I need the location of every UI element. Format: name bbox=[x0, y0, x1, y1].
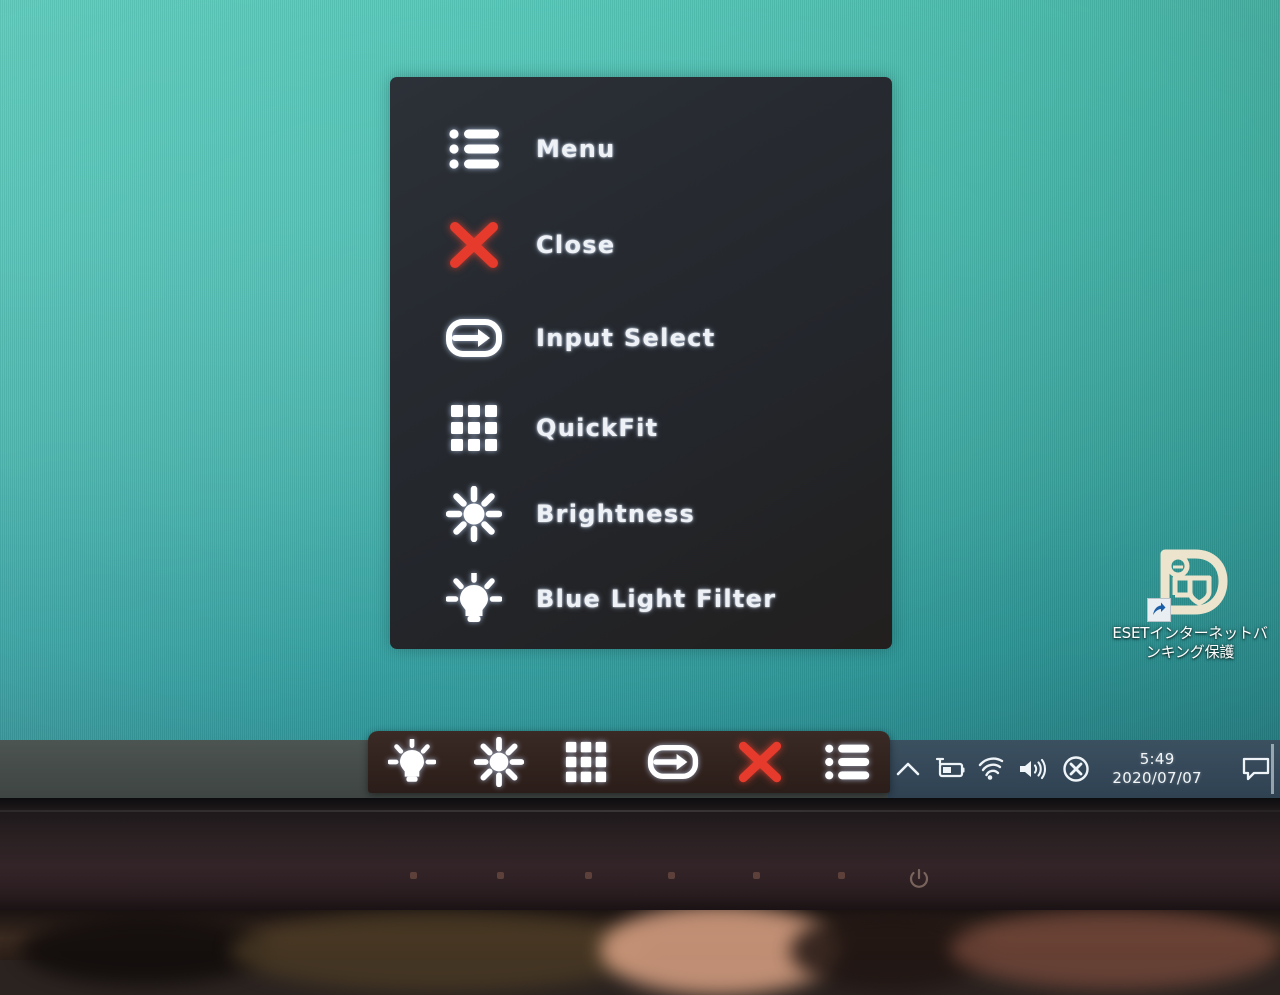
desktop-icon-label-line1: ESETインターネットバ bbox=[1112, 624, 1268, 642]
osd-toolbar bbox=[368, 731, 890, 793]
desktop-icon-label: ESETインターネットバ ンキング保護 bbox=[1110, 624, 1270, 662]
osd-item-label: Menu bbox=[536, 135, 616, 163]
chevron-up-icon[interactable] bbox=[888, 740, 927, 798]
bezel-button-marker[interactable] bbox=[410, 872, 417, 879]
osd-item-close[interactable]: Close bbox=[390, 209, 892, 281]
osd-toolbar-brightness-button[interactable] bbox=[455, 731, 542, 793]
osd-item-label: Input Select bbox=[536, 324, 716, 352]
bezel-button-marker[interactable] bbox=[753, 872, 760, 879]
desktop-icon-eset[interactable]: ESETインターネットバ ンキング保護 bbox=[1110, 548, 1270, 673]
osd-item-input-select[interactable]: Input Select bbox=[390, 302, 892, 374]
clock-time: 5:49 bbox=[1139, 750, 1175, 768]
osd-item-label: Close bbox=[536, 231, 616, 259]
quickfit-grid-icon bbox=[426, 392, 522, 464]
desk-surface bbox=[0, 905, 1280, 995]
bezel-button-marker[interactable] bbox=[838, 872, 845, 879]
shortcut-arrow-badge bbox=[1147, 598, 1171, 622]
osd-item-label: Blue Light Filter bbox=[536, 585, 777, 613]
osd-toolbar-menu-button[interactable] bbox=[803, 731, 890, 793]
battery-charging-icon[interactable] bbox=[927, 740, 970, 798]
monitor-screen: ESETインターネットバ ンキング保護 Menu Close Input Sel… bbox=[0, 0, 1280, 806]
close-x-icon bbox=[426, 209, 522, 281]
list-menu-icon bbox=[426, 113, 522, 185]
osd-item-quickfit[interactable]: QuickFit bbox=[390, 392, 892, 464]
osd-toolbar-blue-light-filter-button[interactable] bbox=[368, 731, 455, 793]
osd-item-blue-light-filter[interactable]: Blue Light Filter bbox=[390, 563, 892, 635]
osd-toolbar-quickfit-button[interactable] bbox=[542, 731, 629, 793]
show-desktop-button[interactable] bbox=[1271, 744, 1274, 794]
bezel-button-marker[interactable] bbox=[668, 872, 675, 879]
osd-toolbar-input-select-button[interactable] bbox=[629, 731, 716, 793]
desktop-icon-label-line2: ンキング保護 bbox=[1145, 643, 1235, 661]
blue-light-bulb-icon bbox=[426, 563, 522, 635]
osd-menu-panel: Menu Close Input Select QuickFit Brightn… bbox=[390, 77, 892, 649]
osd-item-brightness[interactable]: Brightness bbox=[390, 478, 892, 550]
osd-item-label: Brightness bbox=[536, 500, 696, 528]
eset-logo-icon bbox=[1147, 548, 1229, 622]
system-tray: 5:49 2020/07/07 bbox=[888, 740, 1280, 798]
taskbar-clock[interactable]: 5:49 2020/07/07 bbox=[1110, 740, 1204, 798]
bezel-button-marker[interactable] bbox=[497, 872, 504, 879]
brightness-sun-icon bbox=[426, 478, 522, 550]
bezel-button-marker[interactable] bbox=[585, 872, 592, 879]
volume-icon[interactable] bbox=[1011, 740, 1054, 798]
x-circle-icon[interactable] bbox=[1054, 740, 1098, 798]
monitor-bezel bbox=[0, 798, 1280, 910]
bezel-highlight bbox=[0, 810, 1280, 812]
osd-toolbar-close-button[interactable] bbox=[716, 731, 803, 793]
wifi-icon[interactable] bbox=[970, 740, 1011, 798]
osd-item-label: QuickFit bbox=[536, 414, 659, 442]
clock-date: 2020/07/07 bbox=[1112, 769, 1202, 787]
input-select-icon bbox=[426, 302, 522, 374]
power-icon[interactable] bbox=[908, 868, 930, 895]
osd-item-menu[interactable]: Menu bbox=[390, 113, 892, 185]
